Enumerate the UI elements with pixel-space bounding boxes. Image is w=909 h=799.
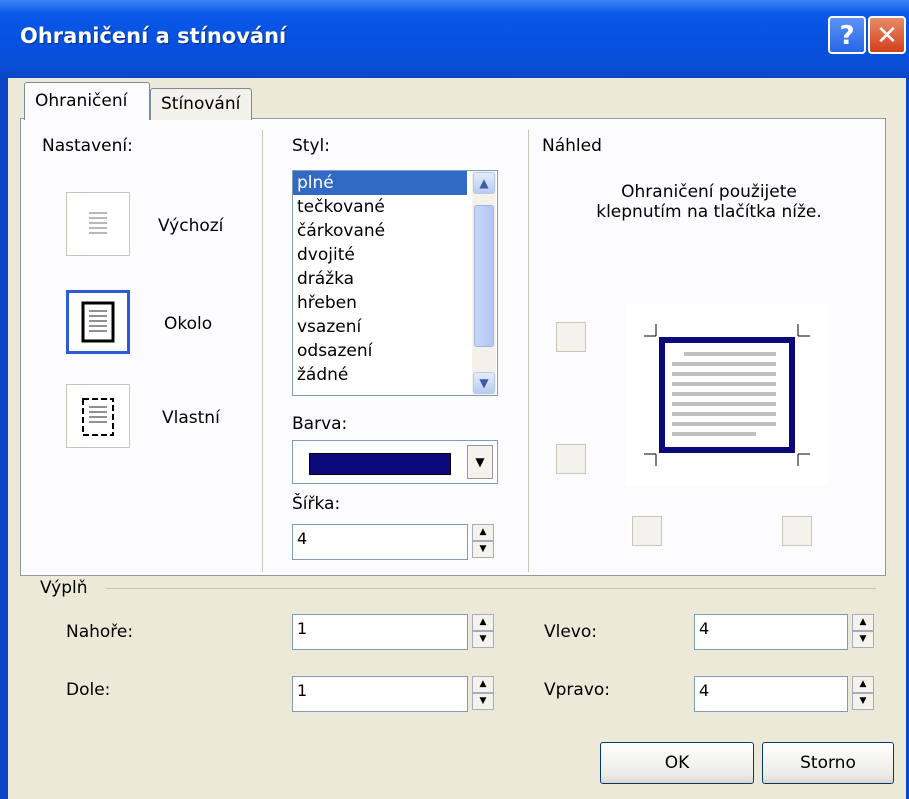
tab-borders[interactable]: Ohraničení bbox=[24, 82, 150, 120]
chevron-down-icon: ▼ bbox=[479, 376, 489, 390]
setting-custom-button[interactable] bbox=[66, 384, 130, 448]
style-item[interactable]: drážka bbox=[293, 267, 497, 291]
style-item[interactable]: tečkované bbox=[293, 195, 497, 219]
spin-up-icon[interactable]: ▲ bbox=[472, 524, 494, 541]
padding-top-spinner[interactable]: ▲ ▼ bbox=[472, 614, 496, 650]
spin-down-icon[interactable]: ▼ bbox=[472, 693, 494, 710]
divider-left bbox=[262, 130, 263, 572]
spin-up-icon[interactable]: ▲ bbox=[852, 676, 874, 693]
preview-area[interactable] bbox=[626, 304, 828, 486]
padding-right-label: Vpravo: bbox=[544, 680, 611, 700]
preview-heading: Náhled bbox=[542, 136, 602, 156]
style-item[interactable]: vsazení bbox=[293, 315, 497, 339]
preview-hint-line1: Ohraničení použijete bbox=[621, 182, 797, 202]
scroll-up-button[interactable]: ▲ bbox=[473, 172, 495, 194]
style-label: Styl: bbox=[292, 136, 330, 156]
spin-down-icon[interactable]: ▼ bbox=[852, 631, 874, 648]
divider-right bbox=[528, 130, 529, 572]
spin-down-icon[interactable]: ▼ bbox=[472, 631, 494, 648]
color-label: Barva: bbox=[292, 414, 348, 434]
padding-bottom-input[interactable]: 1 bbox=[292, 676, 468, 712]
preview-page-icon bbox=[644, 324, 810, 466]
left-border-button[interactable] bbox=[632, 516, 662, 546]
style-item[interactable]: plné bbox=[293, 171, 467, 195]
padding-left-input[interactable]: 4 bbox=[694, 614, 848, 650]
padding-divider bbox=[106, 588, 876, 589]
top-border-button[interactable] bbox=[556, 322, 586, 352]
padding-bottom-spinner[interactable]: ▲ ▼ bbox=[472, 676, 496, 712]
padding-top-label: Nahoře: bbox=[66, 622, 134, 642]
setting-box-label[interactable]: Okolo bbox=[164, 314, 212, 334]
padding-heading: Výplň bbox=[40, 578, 88, 598]
color-dropdown[interactable]: ▼ bbox=[292, 440, 498, 484]
setting-box-button[interactable] bbox=[66, 290, 130, 354]
style-item[interactable]: hřeben bbox=[293, 291, 497, 315]
close-button[interactable]: ✕ bbox=[868, 16, 906, 54]
setting-custom-label[interactable]: Vlastní bbox=[162, 408, 220, 428]
style-listbox[interactable]: plné tečkované čárkované dvojité drážka … bbox=[292, 170, 498, 396]
style-item[interactable]: dvojité bbox=[293, 243, 497, 267]
default-page-icon bbox=[89, 212, 107, 234]
padding-right-spinner[interactable]: ▲ ▼ bbox=[852, 676, 876, 712]
width-input[interactable]: 4 bbox=[292, 524, 468, 560]
tab-shading[interactable]: Stínování bbox=[150, 88, 252, 120]
settings-heading: Nastavení: bbox=[42, 136, 133, 156]
right-border-button[interactable] bbox=[782, 516, 812, 546]
padding-right-input[interactable]: 4 bbox=[694, 676, 848, 712]
ok-button[interactable]: OK bbox=[600, 742, 754, 784]
scroll-down-button[interactable]: ▼ bbox=[473, 372, 495, 394]
preview-hint: Ohraničení použijete klepnutím na tlačít… bbox=[544, 182, 874, 222]
width-spinner[interactable]: ▲ ▼ bbox=[472, 524, 496, 560]
style-item[interactable]: čárkované bbox=[293, 219, 497, 243]
chevron-down-icon[interactable]: ▼ bbox=[467, 445, 493, 479]
color-swatch bbox=[309, 453, 451, 475]
custom-border-icon bbox=[82, 398, 114, 436]
width-label: Šířka: bbox=[292, 494, 341, 514]
close-icon: ✕ bbox=[876, 21, 898, 51]
help-icon: ? bbox=[839, 21, 855, 51]
padding-left-label: Vlevo: bbox=[544, 622, 598, 642]
spin-down-icon[interactable]: ▼ bbox=[472, 541, 494, 558]
style-item[interactable]: žádné bbox=[293, 363, 497, 387]
padding-left-spinner[interactable]: ▲ ▼ bbox=[852, 614, 876, 650]
spin-up-icon[interactable]: ▲ bbox=[852, 614, 874, 631]
padding-bottom-label: Dole: bbox=[66, 680, 111, 700]
spin-up-icon[interactable]: ▲ bbox=[472, 676, 494, 693]
window-title: Ohraničení a stínování bbox=[20, 24, 287, 48]
style-item[interactable]: odsazení bbox=[293, 339, 497, 363]
spin-down-icon[interactable]: ▼ bbox=[852, 693, 874, 710]
setting-default-button[interactable] bbox=[66, 192, 130, 256]
box-border-icon bbox=[81, 301, 115, 343]
cancel-button[interactable]: Storno bbox=[762, 742, 894, 784]
chevron-up-icon: ▲ bbox=[479, 176, 489, 190]
scroll-thumb[interactable] bbox=[474, 205, 494, 347]
spin-up-icon[interactable]: ▲ bbox=[472, 614, 494, 631]
bottom-border-button[interactable] bbox=[556, 444, 586, 474]
setting-default-label[interactable]: Výchozí bbox=[158, 216, 223, 236]
padding-top-input[interactable]: 1 bbox=[292, 614, 468, 650]
help-button[interactable]: ? bbox=[828, 16, 866, 54]
preview-hint-line2: klepnutím na tlačítka níže. bbox=[596, 202, 822, 222]
